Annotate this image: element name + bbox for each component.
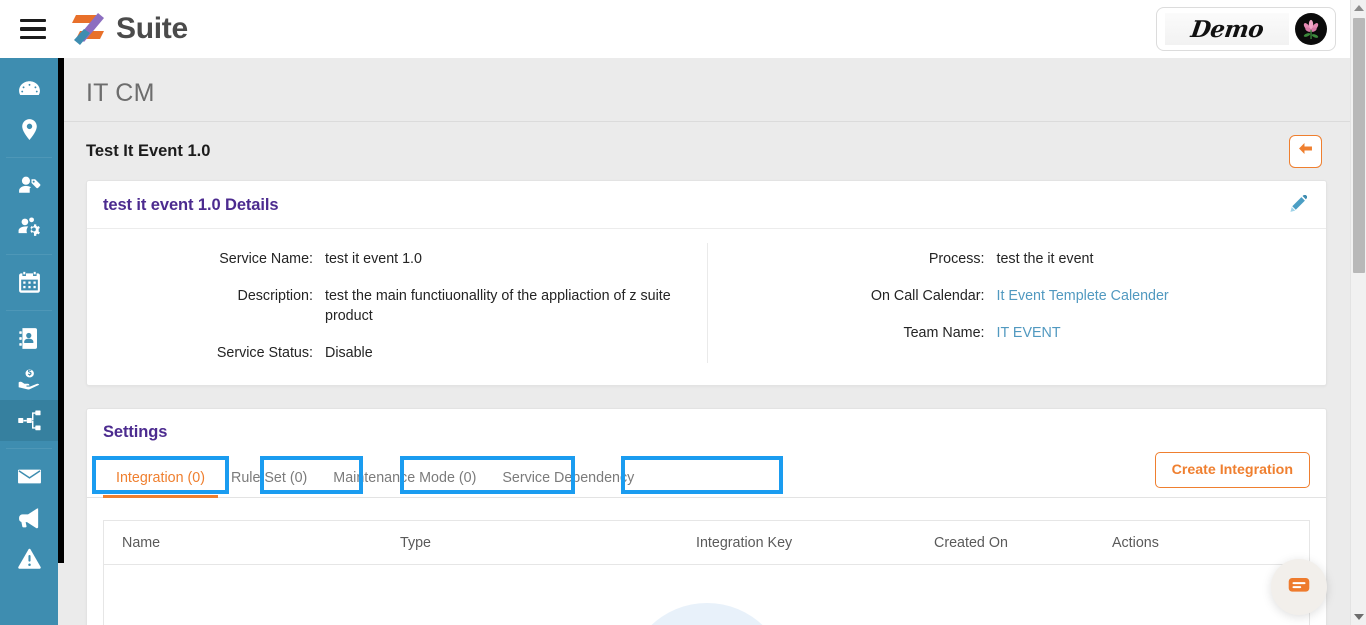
- sidebar-item-services[interactable]: [0, 400, 58, 441]
- brand[interactable]: Suite: [70, 9, 188, 49]
- hamburger-icon[interactable]: [20, 19, 46, 39]
- details-heading: test it event 1.0 Details: [103, 195, 279, 214]
- detail-row: Process: test the it event: [732, 249, 1327, 269]
- column-header-integration-key: Integration Key: [696, 535, 793, 551]
- warning-triangle-icon: [17, 546, 42, 571]
- brand-label: Suite: [116, 12, 188, 45]
- settings-tabs: Integration (0) Rule Set (0) Maintenance…: [87, 452, 1326, 498]
- chat-bubble-icon: [1286, 572, 1312, 603]
- main-content: IT CM Test It Event 1.0 test it event 1.…: [64, 58, 1350, 625]
- back-button[interactable]: [1289, 134, 1322, 168]
- scroll-up-button[interactable]: [1351, 0, 1366, 16]
- sidebar: [0, 58, 58, 625]
- detail-label: On Call Calendar:: [870, 288, 985, 304]
- pencil-icon[interactable]: [1288, 194, 1308, 215]
- details-card: test it event 1.0 Details Service Name: …: [86, 180, 1327, 386]
- on-call-calendar-link[interactable]: It Event Templete Calender: [997, 286, 1169, 306]
- column-header-type: Type: [400, 535, 431, 551]
- create-integration-button[interactable]: Create Integration: [1154, 452, 1310, 488]
- location-pin-icon: [17, 117, 42, 142]
- sub-header: Test It Event 1.0: [64, 122, 1350, 170]
- sidebar-item-dashboard[interactable]: [0, 68, 58, 109]
- tab-service-dependency[interactable]: Service Dependency: [489, 471, 647, 497]
- detail-row: Service Status: Disable: [87, 343, 683, 363]
- envelope-icon: [17, 464, 42, 489]
- sidebar-item-announcements[interactable]: [0, 497, 58, 538]
- hand-dollar-icon: [17, 367, 42, 392]
- integration-table: Name Type Integration Key Created On Act…: [103, 520, 1310, 625]
- detail-row: Team Name: IT EVENT: [732, 323, 1327, 343]
- service-heading: Test It Event 1.0: [86, 141, 211, 160]
- dashboard-icon: [17, 76, 42, 101]
- app-root: Suite Demo IT CM Test It Event 1.0 test …: [0, 0, 1366, 625]
- tab-maintenance-mode[interactable]: Maintenance Mode (0): [320, 471, 489, 497]
- sidebar-item-billing[interactable]: [0, 359, 58, 400]
- sidebar-item-calendar[interactable]: [0, 262, 58, 303]
- sidebar-item-alerts[interactable]: [0, 538, 58, 579]
- team-name-link[interactable]: IT EVENT: [997, 323, 1061, 343]
- z-logo-icon: [70, 9, 108, 49]
- sidebar-item-teams[interactable]: [0, 206, 58, 247]
- detail-label: Service Name:: [219, 251, 313, 267]
- user-tag-icon: [17, 173, 42, 198]
- calendar-icon: [17, 270, 42, 295]
- detail-row: On Call Calendar: It Event Templete Cale…: [732, 286, 1327, 306]
- demo-logo: Demo: [1165, 13, 1289, 45]
- column-header-actions: Actions: [1112, 535, 1159, 551]
- avatar[interactable]: [1295, 13, 1327, 45]
- column-header-created-on: Created On: [934, 535, 1008, 551]
- tab-integration[interactable]: Integration (0): [103, 471, 219, 498]
- details-right-column: Process: test the it event On Call Calen…: [706, 243, 1327, 363]
- chat-widget-button[interactable]: [1271, 559, 1327, 615]
- sidebar-item-contacts[interactable]: [0, 318, 58, 359]
- scrollbar-thumb[interactable]: [1353, 18, 1365, 273]
- sidebar-item-locations[interactable]: [0, 109, 58, 150]
- detail-value: test the main functiuonallity of the app…: [325, 288, 671, 324]
- demo-label: Demo: [1188, 15, 1266, 43]
- detail-value: test the it event: [996, 251, 1094, 267]
- detail-value: test it event 1.0: [325, 251, 422, 267]
- sidebar-item-users[interactable]: [0, 165, 58, 206]
- page-title: IT CM: [86, 79, 155, 107]
- details-card-header: test it event 1.0 Details: [87, 181, 1326, 229]
- table-empty-body: [104, 565, 1309, 625]
- detail-label: Service Status:: [216, 345, 313, 361]
- page-scrollbar[interactable]: [1350, 0, 1366, 625]
- scroll-down-button[interactable]: [1351, 609, 1366, 625]
- sidebar-divider: [6, 254, 52, 255]
- arrow-left-icon: [1297, 140, 1314, 162]
- demo-logo-box[interactable]: Demo: [1156, 7, 1336, 51]
- sidebar-scrollbar[interactable]: [58, 58, 64, 563]
- detail-label: Team Name:: [903, 325, 985, 341]
- detail-label: Description:: [237, 288, 314, 304]
- bullhorn-icon: [17, 505, 42, 530]
- settings-card: Settings Integration (0) Rule Set (0) Ma…: [86, 408, 1327, 625]
- details-body: Service Name: test it event 1.0 Descript…: [87, 229, 1326, 385]
- top-navbar: Suite Demo: [0, 0, 1366, 58]
- details-left-column: Service Name: test it event 1.0 Descript…: [87, 243, 707, 363]
- users-cog-icon: [17, 214, 42, 239]
- sidebar-divider: [6, 448, 52, 449]
- sidebar-divider: [6, 310, 52, 311]
- detail-row: Service Name: test it event 1.0: [87, 249, 683, 269]
- settings-heading: Settings: [103, 423, 168, 441]
- table-header-row: Name Type Integration Key Created On Act…: [104, 521, 1309, 565]
- triangle-up-icon: [1354, 5, 1364, 11]
- tab-rule-set[interactable]: Rule Set (0): [218, 471, 320, 497]
- triangle-down-icon: [1354, 614, 1364, 620]
- column-header-name: Name: [122, 535, 161, 551]
- detail-row: Description: test the main functiuonalli…: [87, 286, 683, 326]
- sitemap-icon: [17, 408, 42, 433]
- sidebar-divider: [6, 157, 52, 158]
- detail-label: Process:: [928, 251, 985, 267]
- sidebar-item-mail[interactable]: [0, 456, 58, 497]
- detail-value: Disable: [325, 345, 373, 361]
- empty-state-illustration-icon: [625, 603, 788, 625]
- address-book-icon: [17, 326, 42, 351]
